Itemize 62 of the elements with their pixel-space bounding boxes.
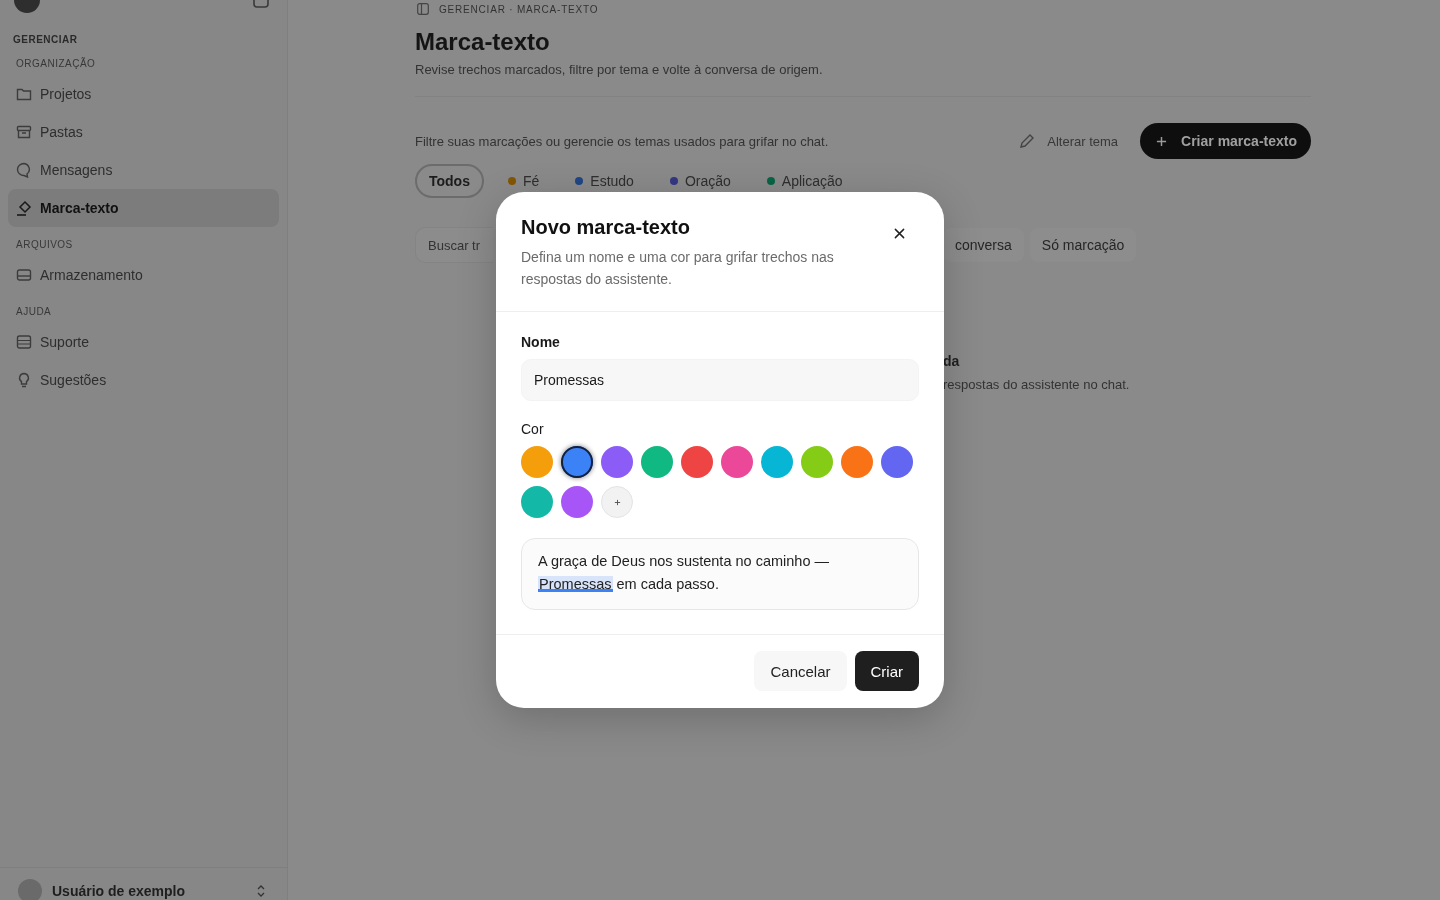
create-button[interactable]: Criar bbox=[854, 651, 919, 691]
dialog-title: Novo marca-texto bbox=[521, 215, 691, 240]
sidebar-item[interactable]: Armazenamento bbox=[8, 256, 279, 294]
color-label: Cor bbox=[521, 420, 544, 439]
plus-icon bbox=[613, 498, 621, 506]
color-swatch[interactable] bbox=[601, 446, 633, 478]
card-icon bbox=[16, 334, 32, 350]
add-color-button[interactable] bbox=[601, 486, 633, 518]
lightbulb-icon bbox=[16, 372, 32, 388]
sidebar-item[interactable]: Pastas bbox=[8, 113, 279, 151]
archive-icon bbox=[16, 124, 32, 140]
search-field[interactable]: Buscar tr bbox=[415, 227, 493, 263]
panel-icon[interactable] bbox=[417, 3, 429, 15]
chevron-icon bbox=[257, 885, 265, 897]
sidebar-item[interactable]: Mensagens bbox=[8, 151, 279, 189]
group-title: ORGANIZAÇÃO bbox=[16, 58, 97, 70]
chat-bubble-icon bbox=[16, 162, 32, 178]
name-label: Nome bbox=[521, 333, 560, 352]
color-swatch[interactable] bbox=[841, 446, 873, 478]
highlighter-icon bbox=[16, 200, 32, 216]
create-button[interactable]: Criar marca-texto bbox=[1140, 123, 1311, 159]
color-swatch[interactable] bbox=[881, 446, 913, 478]
plus-icon bbox=[1156, 135, 1168, 147]
color-swatch[interactable] bbox=[561, 486, 593, 518]
color-swatch[interactable] bbox=[521, 486, 553, 518]
sidebar-item[interactable]: Suporte bbox=[8, 323, 279, 361]
user-menu[interactable]: Usuário de exemplo bbox=[0, 867, 287, 900]
color-swatch[interactable] bbox=[721, 446, 753, 478]
folder-icon bbox=[16, 86, 32, 102]
preview-text: A graça de Deus nos sustenta no caminho — Promessas em cada passo. bbox=[538, 552, 830, 594]
change-theme-button[interactable]: Alterar tema bbox=[1019, 133, 1119, 149]
section-heading: GERENCIAR bbox=[13, 34, 79, 46]
user-name: Usuário de exemplo bbox=[52, 883, 187, 899]
empty-state-title: da bbox=[943, 352, 961, 371]
sidebar-item[interactable]: Projetos bbox=[8, 75, 279, 113]
color-swatch[interactable] bbox=[521, 446, 553, 478]
group-title: AJUDA bbox=[16, 306, 53, 318]
page-subtitle: Revise trechos marcados, filtre por tema e volte à conversa de origem. bbox=[415, 61, 824, 79]
sidebar-item[interactable]: Sugestões bbox=[8, 361, 279, 399]
filter-chip[interactable]: Fé bbox=[495, 170, 552, 192]
name-field[interactable]: Promessas bbox=[521, 359, 919, 401]
avatar bbox=[18, 879, 42, 900]
filter-chip[interactable]: Estudo bbox=[563, 170, 646, 192]
toolbar-hint: Filtre suas marcações ou gerencie os temas usados para grifar no chat. bbox=[415, 133, 829, 149]
page-title: Marca-texto bbox=[415, 27, 551, 57]
cancel-button[interactable]: Cancelar bbox=[754, 651, 847, 691]
color-swatch[interactable] bbox=[641, 446, 673, 478]
close-icon bbox=[893, 227, 905, 239]
color-swatch[interactable] bbox=[681, 446, 713, 478]
drive-icon bbox=[16, 267, 32, 283]
filter-chip[interactable]: Oração bbox=[657, 170, 743, 192]
empty-state-text: respostas do assistente no chat. bbox=[943, 376, 1131, 394]
color-swatch[interactable] bbox=[801, 446, 833, 478]
color-swatch[interactable] bbox=[561, 446, 593, 478]
sidebar-item[interactable]: Marca-texto bbox=[8, 189, 279, 227]
filter-chip[interactable]: Todos bbox=[415, 164, 484, 198]
filter-chip[interactable]: Aplicação bbox=[754, 170, 855, 192]
pencil-icon bbox=[1019, 133, 1036, 149]
breadcrumb: GERENCIAR · MARCA-TEXTO bbox=[439, 3, 599, 15]
dialog-description: Defina um nome e uma cor para grifar trechos nas respostas do assistente. bbox=[521, 248, 835, 289]
color-swatch[interactable] bbox=[761, 446, 793, 478]
group-title: ARQUIVOS bbox=[16, 239, 74, 251]
